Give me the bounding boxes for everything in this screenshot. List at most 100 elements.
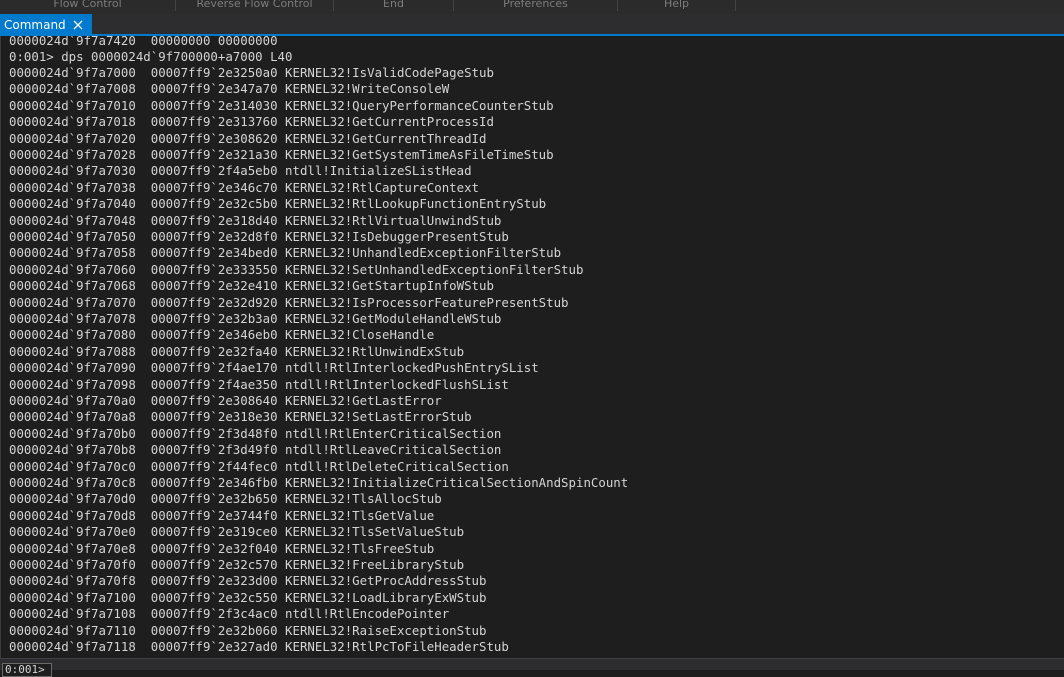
row-value: 00007ff9`2e3744f0 <box>150 507 278 523</box>
row-value: 00007ff9`2f3d49f0 <box>150 442 278 458</box>
output-row: 0000024d`9f7a70d8 00007ff9`2e3744f0 KERN… <box>9 508 434 524</box>
close-icon[interactable] <box>70 17 86 33</box>
row-symbol: KERNEL32!SetUnhandledExceptionFilterStub <box>285 261 584 277</box>
row-address: 0000024d`9f7a70b8 <box>9 442 136 458</box>
output-row: 0000024d`9f7a7010 00007ff9`2e314030 KERN… <box>9 98 554 114</box>
row-address: 0000024d`9f7a70a0 <box>9 393 136 408</box>
row-value: 00007ff9`2f4ae350 <box>150 376 278 392</box>
output-row: 0000024d`9f7a7088 00007ff9`2e32fa40 KERN… <box>9 344 464 360</box>
output-row: 0000024d`9f7a7008 00007ff9`2e347a70 KERN… <box>9 81 449 97</box>
row-address: 0000024d`9f7a70b0 <box>9 425 136 441</box>
row-value: 00007ff9`2e32b650 <box>150 491 278 507</box>
row-value: 00007ff9`2e327ad0 <box>150 639 278 654</box>
output-row: 0000024d`9f7a7090 00007ff9`2f4ae170 ntdl… <box>9 360 539 376</box>
tab-command[interactable]: Command <box>0 14 92 36</box>
row-value: 00007ff9`2e32f040 <box>150 540 278 556</box>
output-row: 0000024d`9f7a70c8 00007ff9`2e346fb0 KERN… <box>9 475 628 491</box>
row-value: 00007ff9`2e32b060 <box>150 622 278 638</box>
row-address: 0000024d`9f7a70e8 <box>9 540 136 556</box>
row-symbol: KERNEL32!GetCurrentThreadId <box>285 130 487 146</box>
command-output[interactable]: 0000024d`9f7a7420 00000000 00000000 0:00… <box>0 36 1064 658</box>
row-address: 0000024d`9f7a70d8 <box>9 507 136 523</box>
row-value: 00007ff9`2e313760 <box>150 114 278 130</box>
row-symbol: KERNEL32!IsProcessorFeaturePresentStub <box>285 294 569 310</box>
row-symbol: KERNEL32!GetProcAddressStub <box>285 573 487 589</box>
output-row: 0000024d`9f7a7118 00007ff9`2e327ad0 KERN… <box>9 639 509 655</box>
output-row: 0000024d`9f7a7108 00007ff9`2f3c4ac0 ntdl… <box>9 606 449 622</box>
row-address: 0000024d`9f7a7018 <box>9 114 136 130</box>
row-value: 00007ff9`2e346c70 <box>150 179 278 195</box>
row-symbol: KERNEL32!GetStartupInfoWStub <box>285 278 494 294</box>
row-address: 0000024d`9f7a70a8 <box>9 409 136 425</box>
row-address: 0000024d`9f7a7020 <box>9 130 136 146</box>
row-address: 0000024d`9f7a7118 <box>9 639 136 654</box>
row-symbol: KERNEL32!GetCurrentProcessId <box>285 114 494 130</box>
row-symbol: KERNEL32!SetLastErrorStub <box>285 409 472 425</box>
row-symbol: KERNEL32!RtlVirtualUnwindStub <box>285 212 502 228</box>
row-symbol: KERNEL32!WriteConsoleW <box>285 81 450 97</box>
output-row: 0000024d`9f7a7078 00007ff9`2e32b3a0 KERN… <box>9 311 501 327</box>
output-row: 0000024d`9f7a7030 00007ff9`2f4a5eb0 ntdl… <box>9 163 472 179</box>
output-row: 0000024d`9f7a7070 00007ff9`2e32d920 KERN… <box>9 295 569 311</box>
row-symbol: KERNEL32!IsDebuggerPresentStub <box>285 229 509 244</box>
row-address: 0000024d`9f7a7000 <box>9 65 136 80</box>
row-address: 0000024d`9f7a70e0 <box>9 524 136 540</box>
output-row: 0000024d`9f7a70a8 00007ff9`2e318e30 KERN… <box>9 409 472 425</box>
command-prompt[interactable]: 0:001> <box>2 663 52 677</box>
row-address: 0000024d`9f7a7110 <box>9 622 136 638</box>
output-row: 0000024d`9f7a7038 00007ff9`2e346c70 KERN… <box>9 180 479 196</box>
row-value: 00007ff9`2e32d8f0 <box>150 229 278 244</box>
tab-command-label: Command <box>4 18 66 32</box>
row-value: 00007ff9`2f4a5eb0 <box>150 163 278 179</box>
tab-bar: Command <box>0 14 1064 36</box>
row-symbol: KERNEL32!TlsGetValue <box>285 507 435 523</box>
row-value: 00007ff9`2e32b3a0 <box>150 311 278 326</box>
row-address: 0000024d`9f7a7050 <box>9 229 136 244</box>
ribbon-group-reverse-flow-control[interactable]: Reverse Flow Control <box>176 0 334 11</box>
output-command-line: 0:001> dps 0000024d`9f700000+a7000 L40 <box>9 49 293 64</box>
row-address: 0000024d`9f7a7078 <box>9 311 136 326</box>
output-row: 0000024d`9f7a70c0 00007ff9`2f44fec0 ntdl… <box>9 459 509 475</box>
output-row: 0000024d`9f7a7110 00007ff9`2e32b060 KERN… <box>9 623 486 639</box>
row-symbol: KERNEL32!QueryPerformanceCounterStub <box>285 97 554 113</box>
ribbon-group-help[interactable]: Help <box>618 0 736 11</box>
row-address: 0000024d`9f7a7048 <box>9 212 136 228</box>
ribbon-group-flow-control[interactable]: Flow Control <box>0 0 176 11</box>
row-value: 00007ff9`2f3c4ac0 <box>150 606 278 622</box>
row-symbol: KERNEL32!GetLastError <box>285 393 442 408</box>
row-address: 0000024d`9f7a70c0 <box>9 458 136 474</box>
row-symbol: KERNEL32!RtlPcToFileHeaderStub <box>285 639 509 654</box>
output-row: 0000024d`9f7a7018 00007ff9`2e313760 KERN… <box>9 114 494 130</box>
row-address: 0000024d`9f7a7008 <box>9 81 136 97</box>
row-symbol: KERNEL32!GetSystemTimeAsFileTimeStub <box>285 147 554 162</box>
row-address: 0000024d`9f7a70f0 <box>9 557 136 572</box>
ribbon-bar: Flow Control Reverse Flow Control End Pr… <box>0 0 1064 14</box>
output-row: 0000024d`9f7a7020 00007ff9`2e308620 KERN… <box>9 131 486 147</box>
row-value: 00007ff9`2e314030 <box>150 97 278 113</box>
row-value: 00007ff9`2e32c550 <box>150 589 278 605</box>
row-address: 0000024d`9f7a7100 <box>9 589 136 605</box>
row-value: 00007ff9`2e346eb0 <box>150 327 278 343</box>
row-address: 0000024d`9f7a7098 <box>9 376 136 392</box>
row-address: 0000024d`9f7a7108 <box>9 606 136 622</box>
ribbon-group-preferences[interactable]: Preferences <box>454 0 618 11</box>
row-address: 0000024d`9f7a7060 <box>9 261 136 277</box>
row-value: 00007ff9`2e32c570 <box>150 557 278 572</box>
row-value: 00007ff9`2e333550 <box>150 261 278 277</box>
row-address: 0000024d`9f7a7090 <box>9 360 136 376</box>
output-partial-line: 0000024d`9f7a7420 00000000 00000000 <box>9 36 278 48</box>
ribbon-group-end[interactable]: End <box>334 0 454 11</box>
row-symbol: ntdll!RtlEncodePointer <box>285 606 450 622</box>
output-row: 0000024d`9f7a7028 00007ff9`2e321a30 KERN… <box>9 147 554 163</box>
row-value: 00007ff9`2e318d40 <box>150 212 278 228</box>
row-address: 0000024d`9f7a7028 <box>9 147 136 162</box>
row-address: 0000024d`9f7a7040 <box>9 196 136 212</box>
output-row: 0000024d`9f7a70e0 00007ff9`2e319ce0 KERN… <box>9 524 464 540</box>
row-symbol: KERNEL32!LoadLibraryExWStub <box>285 589 487 605</box>
row-address: 0000024d`9f7a7080 <box>9 327 136 343</box>
output-row: 0000024d`9f7a70d0 00007ff9`2e32b650 KERN… <box>9 491 442 507</box>
row-address: 0000024d`9f7a7038 <box>9 179 136 195</box>
output-row: 0000024d`9f7a70b8 00007ff9`2f3d49f0 ntdl… <box>9 442 501 458</box>
row-symbol: KERNEL32!TlsSetValueStub <box>285 524 465 540</box>
row-address: 0000024d`9f7a70c8 <box>9 475 136 490</box>
